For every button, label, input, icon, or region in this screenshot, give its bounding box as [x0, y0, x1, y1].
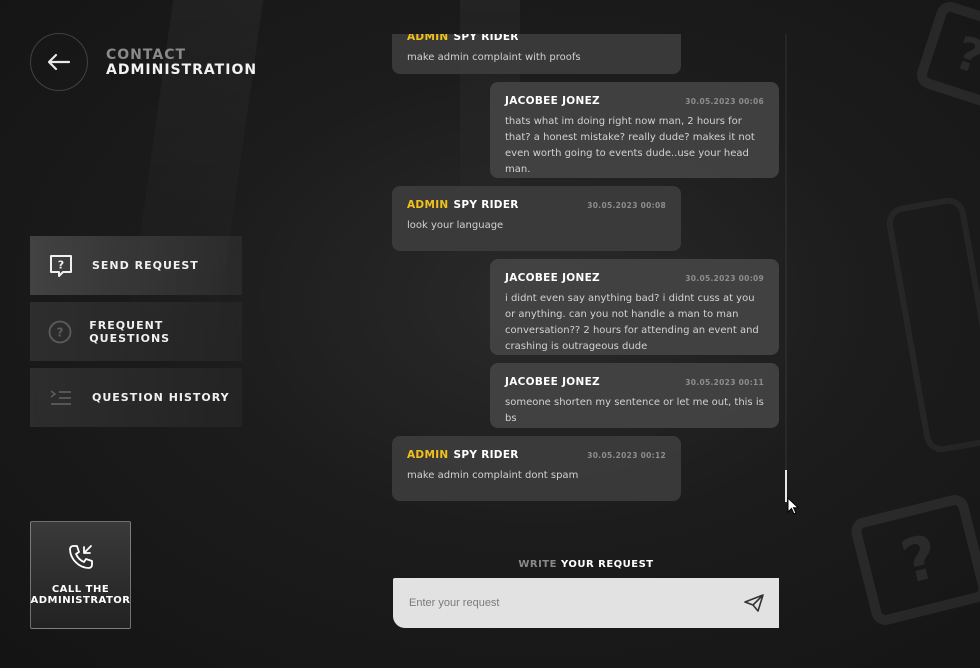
- call-label-line2: ADMINISTRATOR: [30, 595, 131, 606]
- call-administrator-label: CALL THE ADMINISTRATOR: [31, 584, 131, 606]
- message-author: ADMIN SPY RIDER: [407, 449, 519, 461]
- background-question-icon: ?: [848, 492, 980, 628]
- message-time: 30.05.2023 00:09: [685, 273, 764, 283]
- message-text: make admin complaint dont spam: [407, 470, 579, 481]
- message-time: 30.05.2023 00:08: [587, 200, 666, 210]
- svg-text:?: ?: [58, 258, 64, 271]
- menu-item-label: FREQUENT QUESTIONS: [89, 318, 171, 345]
- message-author: ADMIN SPY RIDER: [407, 34, 519, 43]
- question-circle-icon: ?: [30, 320, 89, 344]
- chat-scrollbar-track[interactable]: [785, 34, 787, 504]
- message-text: make admin complaint with proofs: [407, 52, 581, 63]
- message-time: 30.05.2023 00:12: [587, 450, 666, 460]
- author-name: SPY RIDER: [453, 34, 519, 43]
- author-name: SPY RIDER: [453, 449, 519, 461]
- request-input-box: [393, 578, 779, 628]
- message-time: 30.05.2023 00:11: [685, 377, 764, 387]
- phone-incoming-icon: [68, 545, 93, 569]
- question-bubble-icon: ?: [30, 253, 92, 279]
- send-button[interactable]: [729, 578, 779, 628]
- page-title: CONTACT ADMINISTRATION: [106, 48, 257, 78]
- message-time: 30.05.2023 00:06: [685, 96, 764, 106]
- back-button[interactable]: [30, 33, 88, 91]
- message-author: ADMIN SPY RIDER: [407, 199, 519, 211]
- menu-item-question-history[interactable]: QUESTION HISTORY: [30, 368, 242, 427]
- menu-item-frequent-questions[interactable]: ? FREQUENT QUESTIONS: [30, 302, 242, 361]
- menu-item-label: QUESTION HISTORY: [92, 391, 230, 404]
- composer-label: WRITE YOUR REQUEST: [392, 559, 780, 570]
- mouse-cursor-icon: [787, 497, 799, 515]
- composer-label-dim: WRITE: [518, 559, 557, 570]
- send-icon: [744, 594, 764, 612]
- role-badge: ADMIN: [407, 449, 449, 461]
- message-author: JACOBEE JONEZ: [505, 95, 600, 107]
- chat-history[interactable]: ADMIN SPY RIDER make admin complaint with…: [392, 34, 780, 504]
- message-text: someone shorten my sentence or let me ou…: [505, 397, 764, 424]
- background-device-shape: [883, 194, 980, 456]
- background-question-icon: ?: [913, 0, 980, 112]
- page-title-line1: CONTACT: [106, 47, 187, 63]
- message-text: i didnt even say anything bad? i didnt c…: [505, 293, 759, 352]
- call-administrator-button[interactable]: CALL THE ADMINISTRATOR: [30, 521, 131, 629]
- menu-item-send-request[interactable]: ? SEND REQUEST: [30, 236, 242, 295]
- message-text: thats what im doing right now man, 2 hou…: [505, 116, 755, 175]
- role-badge: ADMIN: [407, 34, 449, 43]
- author-name: SPY RIDER: [453, 199, 519, 211]
- menu-item-label: SEND REQUEST: [92, 259, 199, 272]
- role-badge: ADMIN: [407, 199, 449, 211]
- chat-message: JACOBEE JONEZ 30.05.2023 00:09 i didnt e…: [490, 259, 779, 355]
- message-text: look your language: [407, 220, 504, 231]
- message-author: JACOBEE JONEZ: [505, 376, 600, 388]
- chat-message: ADMIN SPY RIDER make admin complaint with…: [392, 34, 681, 74]
- list-indent-icon: [30, 388, 92, 408]
- chat-message: JACOBEE JONEZ 30.05.2023 00:11 someone s…: [490, 363, 779, 428]
- composer-label-bright: YOUR REQUEST: [560, 559, 654, 570]
- message-author: JACOBEE JONEZ: [505, 272, 600, 284]
- chat-message: JACOBEE JONEZ 30.05.2023 00:06 thats wha…: [490, 82, 779, 178]
- page-title-line2: ADMINISTRATION: [106, 62, 258, 78]
- request-input[interactable]: [393, 578, 729, 628]
- arrow-left-icon: [47, 53, 71, 71]
- call-label-line1: CALL THE: [51, 584, 110, 595]
- svg-text:?: ?: [56, 325, 63, 339]
- chat-message: ADMIN SPY RIDER 30.05.2023 00:08 look you…: [392, 186, 681, 251]
- chat-message: ADMIN SPY RIDER 30.05.2023 00:12 make adm…: [392, 436, 681, 501]
